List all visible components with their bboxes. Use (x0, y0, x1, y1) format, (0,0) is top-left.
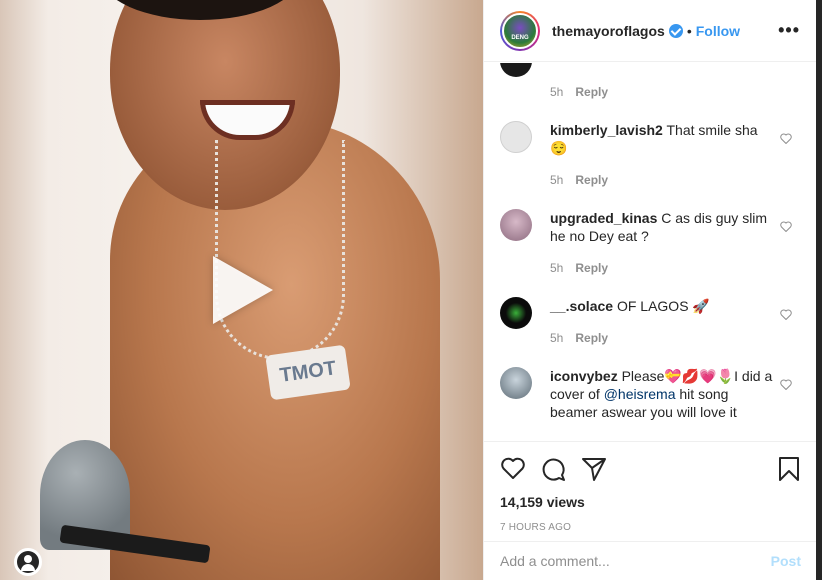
post-comment-button[interactable]: Post (771, 553, 801, 569)
comment-time[interactable]: 5h (550, 173, 563, 187)
like-comment-heart-icon[interactable] (780, 379, 792, 390)
add-comment-bar: Post (484, 541, 817, 580)
more-options-icon[interactable]: ••• (778, 20, 800, 41)
reply-button[interactable]: Reply (575, 85, 608, 99)
commenter-avatar[interactable] (500, 121, 532, 153)
save-bookmark-icon[interactable] (777, 456, 801, 482)
commenter-avatar[interactable] (500, 367, 532, 399)
video-frame-chain (215, 140, 345, 360)
comment-text: upgraded_kinas C as dis guy slim he no D… (550, 209, 775, 245)
author-username[interactable]: themayoroflagos (552, 23, 665, 39)
comment-meta: 5h Reply (550, 261, 608, 275)
post-timestamp[interactable]: 7 HOURS AGO (500, 522, 801, 533)
post-header: DENG themayoroflagos • Follow ••• (484, 0, 816, 62)
post-sidebar: DENG themayoroflagos • Follow ••• _ 5hRe… (483, 0, 817, 580)
comment-text: __.solace OF LAGOS 🚀 (550, 297, 775, 315)
comment-username[interactable]: kimberly_lavish2 (550, 122, 663, 138)
comment-bubble-icon[interactable] (540, 456, 566, 482)
view-count[interactable]: 14,159 views (500, 494, 801, 510)
comment-meta: 5h Reply (550, 85, 608, 99)
reply-button[interactable]: Reply (575, 331, 608, 345)
comment-meta: 5h Reply (550, 173, 608, 187)
comment-meta: 5h Reply (550, 331, 608, 345)
share-paper-plane-icon[interactable] (581, 456, 607, 482)
comment-text: iconvybez Please💝💋💗🌷I did a cover of @he… (550, 367, 775, 421)
comments-list[interactable]: _ 5hReply kimberly_lavish2 That smile sh… (484, 63, 817, 441)
author-avatar-text: DENG (511, 34, 529, 41)
reply-button[interactable]: Reply (575, 261, 608, 275)
commenter-avatar[interactable] (500, 63, 532, 77)
verified-badge-icon (668, 23, 683, 38)
commenter-avatar[interactable] (500, 297, 532, 329)
add-comment-input[interactable] (500, 553, 771, 569)
backdrop-edge (816, 0, 822, 580)
author-avatar[interactable]: DENG (500, 10, 540, 51)
like-comment-heart-icon[interactable] (780, 309, 792, 320)
action-icons-row (500, 452, 801, 492)
comment-text: kimberly_lavish2 That smile sha 😌 (550, 121, 775, 157)
follow-button[interactable]: Follow (696, 23, 740, 39)
play-icon[interactable] (213, 256, 273, 324)
comment-username[interactable]: iconvybez (550, 368, 618, 384)
tagged-user-icon[interactable] (14, 548, 42, 576)
comment-username[interactable]: upgraded_kinas (550, 210, 657, 226)
comment-username[interactable]: __.solace (550, 298, 613, 314)
commenter-avatar[interactable] (500, 209, 532, 241)
like-heart-icon[interactable] (500, 456, 526, 480)
video-player[interactable]: TMOT (0, 0, 483, 580)
separator-dot: • (686, 22, 692, 39)
comment-time[interactable]: 5h (550, 331, 563, 345)
post-actions: 14,159 views 7 HOURS AGO (484, 441, 817, 533)
like-comment-heart-icon[interactable] (780, 133, 792, 144)
comment-mention-link[interactable]: @heisrema (604, 386, 676, 402)
comment-body: OF LAGOS 🚀 (616, 298, 710, 314)
comment-time[interactable]: 5h (550, 85, 563, 99)
like-comment-heart-icon[interactable] (780, 221, 792, 232)
comment-time[interactable]: 5h (550, 261, 563, 275)
reply-button[interactable]: Reply (575, 173, 608, 187)
